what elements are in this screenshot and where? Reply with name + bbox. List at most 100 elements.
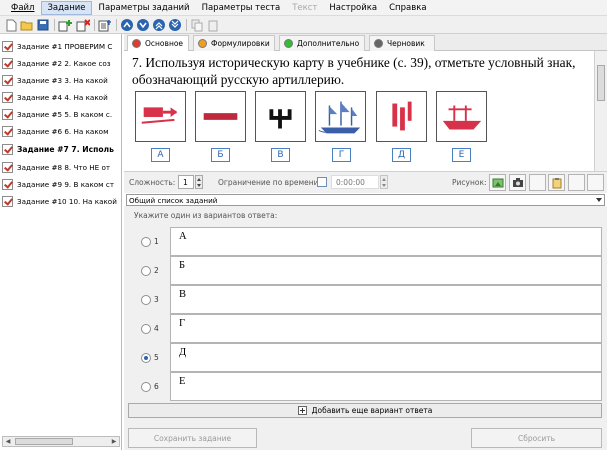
tab-formulations[interactable]: Формулировки	[193, 35, 275, 51]
open-folder-icon[interactable]	[20, 18, 34, 32]
tree-item-task-8[interactable]: Задание #8 8. Что НЕ от	[2, 159, 120, 176]
answer-field-3[interactable]: В	[170, 285, 602, 314]
delete-task-icon[interactable]	[76, 18, 90, 32]
checkbox-icon	[2, 179, 13, 190]
answer-radio-5[interactable]	[141, 353, 151, 363]
save-task-button[interactable]: Сохранить задание	[128, 428, 257, 448]
answer-text: А	[179, 231, 187, 242]
menu-test-params[interactable]: Параметры теста	[197, 2, 286, 14]
symbol-letter-b: Б	[211, 148, 230, 162]
answer-number: 3	[154, 295, 159, 304]
answer-number: 6	[154, 382, 159, 391]
add-answer-button[interactable]: Добавить еще вариант ответа	[128, 403, 602, 418]
tree-item-task-3[interactable]: Задание #3 3. На какой	[2, 72, 120, 89]
time-limit-checkbox[interactable]	[317, 177, 327, 187]
task-list-icon[interactable]	[98, 18, 112, 32]
answer-number: 2	[154, 266, 159, 275]
new-file-icon[interactable]	[4, 18, 18, 32]
move-down-icon[interactable]	[136, 18, 150, 32]
scroll-thumb[interactable]	[15, 438, 73, 445]
menu-task[interactable]: Задание	[41, 0, 92, 15]
copy-icon[interactable]	[190, 18, 204, 32]
answer-field-2[interactable]: Б	[170, 256, 602, 285]
tree-item-task-7[interactable]: Задание #7 7. Исполь	[2, 141, 120, 158]
picture-blank-button[interactable]	[529, 174, 546, 191]
picture-label: Рисунок:	[452, 178, 487, 187]
plus-icon	[297, 406, 307, 415]
question-vertical-scrollbar[interactable]	[594, 51, 607, 171]
answer-text: В	[179, 289, 187, 300]
save-icon[interactable]	[36, 18, 50, 32]
tab-additional[interactable]: Дополнительно	[279, 35, 365, 51]
picture-blank-button-3[interactable]	[587, 174, 604, 191]
move-up-icon[interactable]	[120, 18, 134, 32]
reset-button[interactable]: Сбросить	[471, 428, 602, 448]
question-editor[interactable]: 7. Используя историческую карту в учебни…	[124, 51, 594, 171]
checkbox-icon	[2, 109, 13, 120]
chevron-down-icon	[596, 198, 602, 205]
checkbox-icon	[2, 92, 13, 103]
checkbox-icon	[2, 144, 13, 155]
picture-blank-button-2[interactable]	[568, 174, 585, 191]
answer-field-6[interactable]: Е	[170, 372, 602, 401]
answer-radio-6[interactable]	[141, 382, 151, 392]
menu-bar: Файл Задание Параметры заданий Параметры…	[0, 0, 607, 16]
gray-dot-icon	[374, 39, 383, 48]
tree-item-task-4[interactable]: Задание #4 4. На какой	[2, 89, 120, 106]
time-limit-stepper[interactable]	[380, 175, 388, 189]
complexity-stepper[interactable]	[195, 175, 203, 189]
symbol-boat-icon	[436, 91, 487, 142]
answer-text: Д	[179, 347, 187, 358]
answer-number: 4	[154, 324, 159, 333]
answer-number: 1	[154, 237, 159, 246]
tree-item-task-6[interactable]: Задание #6 6. На каком	[2, 123, 120, 140]
insert-picture-icon[interactable]	[489, 174, 506, 191]
answer-field-4[interactable]: Г	[170, 314, 602, 343]
answer-radio-2[interactable]	[141, 266, 151, 276]
tree-item-task-5[interactable]: Задание #5 5. В каком с.	[2, 106, 120, 123]
horizontal-scrollbar[interactable]: ◀ ▶	[2, 436, 120, 447]
task-list-select[interactable]: Общий список заданий	[126, 194, 605, 206]
menu-file[interactable]: Файл	[6, 2, 39, 14]
menu-task-params[interactable]: Параметры заданий	[94, 2, 195, 14]
menu-settings[interactable]: Настройка	[324, 2, 382, 14]
scroll-right-icon[interactable]: ▶	[109, 437, 119, 446]
answer-radio-4[interactable]	[141, 324, 151, 334]
tab-draft[interactable]: Черновик	[369, 35, 435, 51]
tree-item-task-9[interactable]: Задание #9 9. В каком ст	[2, 176, 120, 193]
symbol-flag-icon	[135, 91, 186, 142]
move-top-icon[interactable]	[152, 18, 166, 32]
camera-icon[interactable]	[509, 174, 526, 191]
answer-radio-3[interactable]	[141, 295, 151, 305]
answer-field-1[interactable]: А	[170, 227, 602, 256]
scroll-left-icon[interactable]: ◀	[3, 437, 13, 446]
answer-text: Б	[179, 260, 186, 271]
symbol-letter-a: А	[151, 148, 170, 162]
symbol-bar-icon	[195, 91, 246, 142]
tree-item-task-2[interactable]: Задание #2 2. Какое соз	[2, 55, 120, 72]
paste-icon[interactable]	[206, 18, 220, 32]
symbol-stripes-icon	[376, 91, 427, 142]
move-bottom-icon[interactable]	[168, 18, 182, 32]
tree-item-task-10[interactable]: Задание #10 10. На какой	[2, 193, 120, 210]
toolbar	[0, 16, 607, 34]
menu-help[interactable]: Справка	[384, 2, 431, 14]
answers-hint: Укажите один из вариантов ответа:	[134, 211, 278, 220]
task-properties: Сложность: 1 Ограничение по времени: 0:0…	[124, 171, 607, 193]
time-limit-input[interactable]: 0:00:00	[331, 175, 379, 189]
checkbox-icon	[2, 162, 13, 173]
complexity-input[interactable]: 1	[178, 175, 194, 189]
answer-field-5[interactable]: Д	[170, 343, 602, 372]
tree-item-task-1[interactable]: Задание #1 ПРОВЕРИМ С	[2, 38, 120, 55]
checkbox-icon	[2, 196, 13, 207]
menu-text[interactable]: Текст	[287, 2, 322, 14]
red-dot-icon	[132, 39, 141, 48]
symbol-letter-v: В	[271, 148, 290, 162]
paste-picture-icon[interactable]	[548, 174, 565, 191]
tab-main[interactable]: Основное	[127, 35, 189, 51]
checkbox-icon	[2, 126, 13, 137]
answer-radio-1[interactable]	[141, 237, 151, 247]
green-dot-icon	[284, 39, 293, 48]
add-task-icon[interactable]	[58, 18, 72, 32]
scroll-thumb[interactable]	[597, 65, 605, 101]
